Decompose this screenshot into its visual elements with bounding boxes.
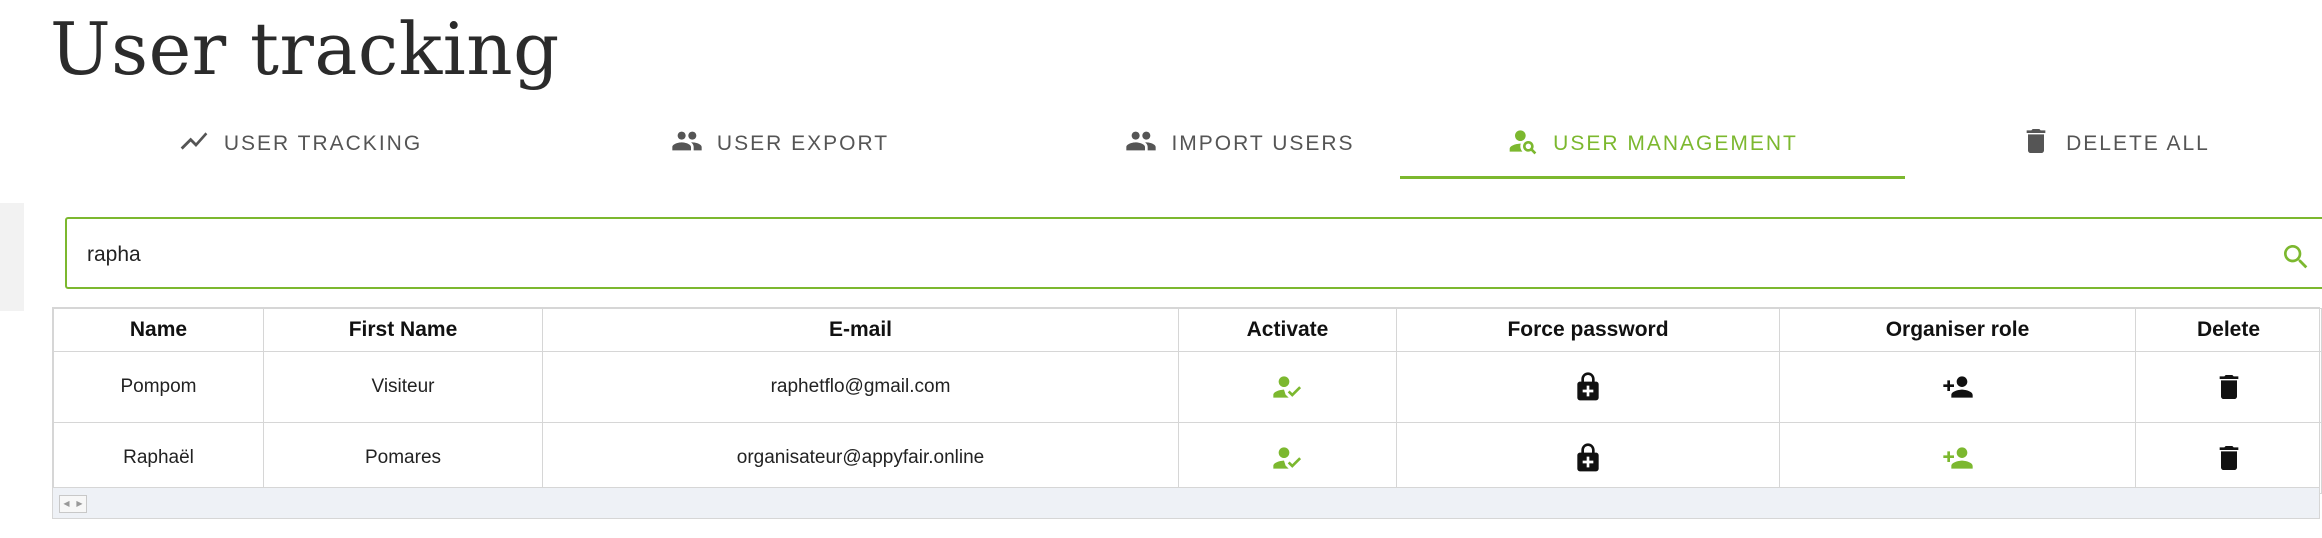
person-add-icon[interactable]	[1942, 442, 1974, 474]
cell-email: raphetflo@gmail.com	[542, 351, 1179, 423]
cell-delete	[2135, 422, 2322, 494]
cell-organiser-role	[1779, 351, 2136, 423]
column-header-force-password[interactable]: Force password	[1396, 308, 1780, 352]
search-box	[65, 217, 2322, 289]
cell-organiser-role	[1779, 422, 2136, 494]
table-footer: ◀ ▶	[53, 487, 2319, 518]
column-header-organiser-role[interactable]: Organiser role	[1779, 308, 2136, 352]
cell-delete	[2135, 351, 2322, 423]
left-edge-panel	[0, 203, 24, 311]
cell-name: Pompom	[53, 351, 264, 423]
column-header-first-name[interactable]: First Name	[263, 308, 543, 352]
table-row: Raphaël Pomares organisateur@appyfair.on…	[53, 422, 2322, 494]
column-header-delete[interactable]: Delete	[2135, 308, 2322, 352]
search-icon[interactable]	[2280, 241, 2312, 273]
tab-label: USER MANAGEMENT	[1553, 132, 1798, 155]
table-header-row: Name First Name E-mail Activate Force pa…	[53, 308, 2322, 352]
users-table: Name First Name E-mail Activate Force pa…	[52, 307, 2322, 519]
person-check-icon[interactable]	[1272, 371, 1304, 403]
tab-delete-all[interactable]: DELETE ALL	[1905, 112, 2322, 176]
cell-email: organisateur@appyfair.online	[542, 422, 1179, 494]
people-icon	[671, 125, 703, 163]
pager-control[interactable]: ◀ ▶	[59, 495, 87, 513]
tab-label: IMPORT USERS	[1171, 132, 1355, 155]
people-icon	[1125, 125, 1157, 163]
cell-name: Raphaël	[53, 422, 264, 494]
lock-plus-icon[interactable]	[1572, 371, 1604, 403]
chevron-left-icon[interactable]: ◀	[60, 496, 73, 512]
tab-label: USER EXPORT	[716, 132, 890, 155]
column-header-email[interactable]: E-mail	[542, 308, 1179, 352]
tab-label: DELETE ALL	[2066, 132, 2210, 155]
cell-first-name: Visiteur	[263, 351, 543, 423]
cell-force-password	[1396, 351, 1780, 423]
column-header-name[interactable]: Name	[53, 308, 264, 352]
lock-plus-icon[interactable]	[1572, 442, 1604, 474]
person-check-icon[interactable]	[1272, 442, 1304, 474]
person-add-icon[interactable]	[1942, 371, 1974, 403]
trash-icon	[2020, 125, 2052, 163]
tab-label: USER TRACKING	[223, 132, 423, 155]
trending-icon	[178, 125, 210, 163]
cell-first-name: Pomares	[263, 422, 543, 494]
search-input[interactable]	[87, 239, 2237, 271]
table-row: Pompom Visiteur raphetflo@gmail.com	[53, 351, 2322, 423]
tab-user-management[interactable]: USER MANAGEMENT	[1400, 112, 1905, 179]
tab-bar: USER TRACKING USER EXPORT IMPORT USERS U…	[50, 112, 2322, 179]
column-header-activate[interactable]: Activate	[1178, 308, 1397, 352]
cell-activate	[1178, 422, 1397, 494]
person-search-icon	[1507, 125, 1539, 163]
cell-activate	[1178, 351, 1397, 423]
tab-user-export[interactable]: USER EXPORT	[550, 112, 1010, 176]
trash-icon[interactable]	[2213, 442, 2245, 474]
tab-user-tracking[interactable]: USER TRACKING	[50, 112, 550, 176]
cell-force-password	[1396, 422, 1780, 494]
page-title: User tracking	[50, 7, 560, 91]
chevron-right-icon[interactable]: ▶	[73, 496, 86, 512]
trash-icon[interactable]	[2213, 371, 2245, 403]
